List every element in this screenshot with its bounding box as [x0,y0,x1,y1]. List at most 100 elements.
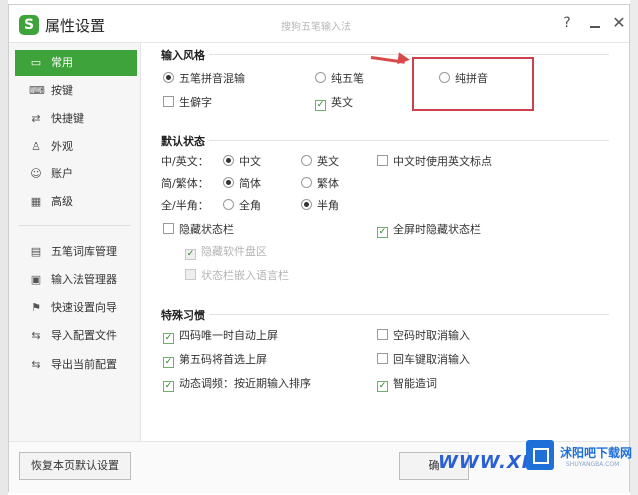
radio-indicator [301,155,312,166]
radio-indicator [223,177,234,188]
sogou-logo-icon: S [19,15,39,35]
user-icon: ☺ [30,167,42,180]
import-icon: ⇆ [31,329,41,342]
option-label: 英文 [317,155,339,168]
checkbox-english-punct[interactable]: 中文时使用英文标点 [377,154,492,170]
radio-half-width[interactable]: 半角 [301,198,339,214]
option-label: 简体 [239,177,261,190]
checkbox-enter-cancel[interactable]: 回车键取消输入 [377,352,470,368]
sidebar-item-label: 常用 [51,56,73,69]
checkbox-rare-chars[interactable]: 生僻字 [163,95,212,111]
radio-traditional[interactable]: 繁体 [301,176,339,192]
restore-defaults-button[interactable]: 恢复本页默认设置 [19,452,131,480]
option-label: 英文 [331,96,353,109]
window-subtitle: 搜狗五笔输入法 [281,22,351,33]
background-edge-left [0,0,8,495]
radio-full-width[interactable]: 全角 [223,198,261,214]
row-label-simp-trad: 简/繁体： [161,177,209,190]
row-label-zh-en: 中/英文： [161,155,209,168]
sidebar-item-wizard[interactable]: ⚑ 快速设置向导 [15,295,137,321]
checkbox-indicator: ✓ [163,381,174,392]
help-button[interactable]: ? [557,12,577,34]
radio-mixed-input[interactable]: 五笔拼音混输 [163,71,245,87]
sidebar-item-dictionary[interactable]: ▤ 五笔词库管理 [15,239,137,265]
sidebar-item-shortcuts[interactable]: ⇄ 快捷键 [15,106,137,132]
annotation-highlight-box [412,57,534,111]
sidebar-item-common[interactable]: ▭ 常用 [15,50,137,76]
sidebar-item-label: 导入配置文件 [51,329,117,342]
checkbox-indicator: ✓ [377,381,388,392]
radio-indicator [301,177,312,188]
export-icon: ⇆ [31,358,41,371]
checkbox-hide-fullscreen[interactable]: ✓ 全屏时隐藏状态栏 [377,222,481,238]
checkbox-hide-status-bar[interactable]: 隐藏状态栏 [163,222,234,238]
option-label: 生僻字 [179,96,212,109]
checkbox-dynamic-frequency[interactable]: ✓ 动态调频：按近期输入排序 [163,376,311,392]
sidebar-item-appearance[interactable]: ♙ 外观 [15,134,137,160]
section-title-default-state: 默认状态 [161,135,205,148]
sidebar-item-import[interactable]: ⇆ 导入配置文件 [15,323,137,349]
checkbox-status-in-language-bar: 状态栏嵌入语言栏 [185,268,289,284]
option-label: 智能造词 [393,377,437,390]
section-title-input-style: 输入风格 [161,49,205,62]
option-label: 空码时取消输入 [393,329,470,342]
sidebar-item-label: 按键 [51,84,73,97]
settings-panel: 输入风格 五笔拼音混输 纯五笔 纯拼音 生僻字 ✓ 英文 默认状态 中/英文： 中… [149,43,619,441]
radio-indicator [315,72,326,83]
checkbox-fifth-code-commit[interactable]: ✓ 第五码将首选上屏 [163,352,267,368]
section-title-habits: 特殊习惯 [161,309,205,322]
sidebar-divider [19,225,131,226]
sidebar-item-label: 快捷键 [51,112,84,125]
watermark-text: WWW.XF [438,452,536,473]
checkbox-smart-word[interactable]: ✓ 智能造词 [377,376,437,392]
close-button[interactable]: ✕ [609,12,629,34]
sidebar-item-advanced[interactable]: ▦ 高级 [15,189,137,215]
sidebar-item-export[interactable]: ⇆ 导出当前配置 [15,352,137,378]
shirt-icon: ♙ [31,140,41,153]
sidebar-item-label: 外观 [51,140,73,153]
sidebar-item-keys[interactable]: ⌨ 按键 [15,78,137,104]
option-label: 中文时使用英文标点 [393,155,492,168]
checkbox-indicator [377,353,388,364]
sidebar-item-ime-manager[interactable]: ▣ 输入法管理器 [15,267,137,293]
section-divider [209,140,609,141]
checkbox-auto-commit-four-code[interactable]: ✓ 四码唯一时自动上屏 [163,328,278,344]
radio-pure-wubi[interactable]: 纯五笔 [315,71,364,87]
annotation-arrow-head [397,52,411,66]
option-label: 繁体 [317,177,339,190]
checkbox-hide-soft-keyboard: ✓ 隐藏软件盘区 [185,244,267,260]
manager-icon: ▣ [30,273,42,286]
checkbox-cancel-on-empty[interactable]: 空码时取消输入 [377,328,470,344]
checkbox-indicator: ✓ [163,357,174,368]
radio-simplified[interactable]: 简体 [223,176,261,192]
radio-chinese[interactable]: 中文 [223,154,261,170]
option-label: 全角 [239,199,261,212]
radio-indicator [223,199,234,210]
option-label: 隐藏状态栏 [179,223,234,236]
flag-icon: ⚑ [31,301,41,314]
option-label: 动态调频：按近期输入排序 [179,377,311,390]
option-label: 状态栏嵌入语言栏 [201,269,289,282]
sidebar-item-label: 导出当前配置 [51,358,117,371]
monitor-icon: ▭ [30,56,42,69]
checkbox-indicator: ✓ [315,100,326,111]
sidebar-item-account[interactable]: ☺ 账户 [15,161,137,187]
checkbox-indicator [185,269,196,280]
minimize-button[interactable] [585,12,605,34]
sidebar: ▭ 常用 ⌨ 按键 ⇄ 快捷键 ♙ 外观 ☺ 账户 ▦ 高级 ▤ 五笔词库管理 [9,43,141,441]
option-label: 五笔拼音混输 [179,72,245,85]
checkbox-indicator: ✓ [185,249,196,260]
radio-indicator [163,72,174,83]
watermark-brand: 沭阳吧下载网 [560,446,633,460]
window-title: 属性设置 [45,17,106,35]
sidebar-item-label: 五笔词库管理 [51,245,117,258]
checkbox-indicator [163,96,174,107]
radio-english[interactable]: 英文 [301,154,339,170]
title-bar: S 属性设置 搜狗五笔输入法 ? ✕ [9,5,629,43]
option-label: 中文 [239,155,261,168]
section-divider [209,314,609,315]
background-edge-right [630,0,638,495]
checkbox-indicator [163,223,174,234]
checkbox-english[interactable]: ✓ 英文 [315,95,353,111]
option-label: 纯五笔 [331,72,364,85]
